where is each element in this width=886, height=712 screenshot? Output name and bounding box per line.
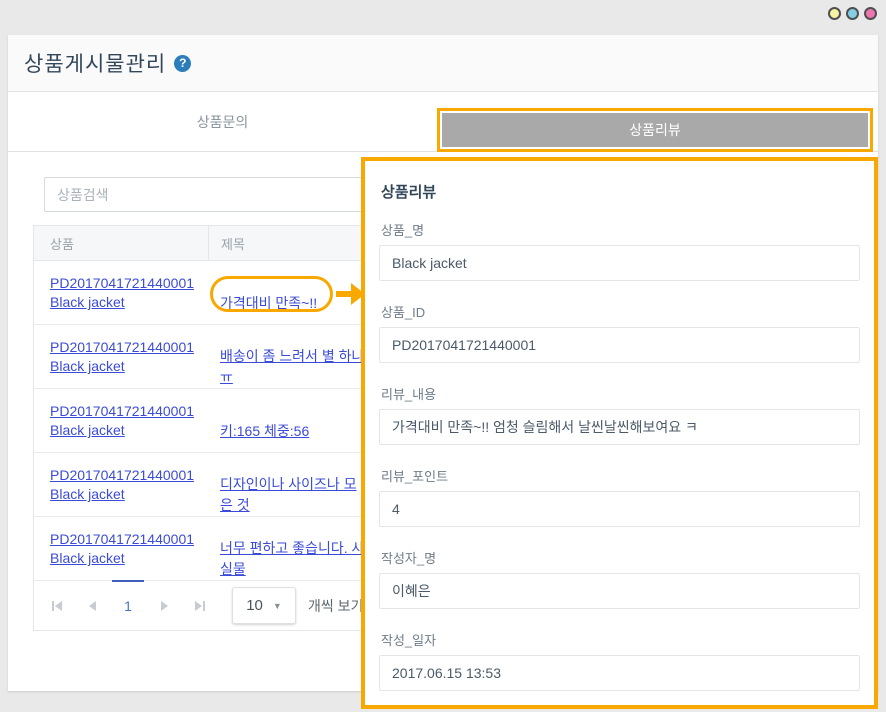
field-label: 작성_일자 [381,630,860,649]
product-id-link[interactable]: PD2017041721440001 [50,275,208,291]
page-title: 상품게시물관리 [24,48,166,78]
window-button-blue-icon[interactable] [846,7,859,20]
field-label: 리뷰_내용 [381,384,860,403]
caret-down-icon: ▼ [273,601,282,611]
arrow-head-icon [351,283,365,305]
field-value-box[interactable]: PD2017041721440001 [379,327,860,363]
page-number-button[interactable]: 1 [110,588,146,624]
product-name-link[interactable]: Black jacket [50,550,208,566]
window-button-yellow-icon[interactable] [828,7,841,20]
first-page-button[interactable] [38,588,74,624]
window-controls [828,7,877,20]
review-detail-panel: 상품리뷰 상품_명 Black jacket 상품_ID PD201704172… [361,157,878,709]
product-id-link[interactable]: PD2017041721440001 [50,339,208,355]
current-page-number: 1 [124,598,132,614]
field-review-point: 리뷰_포인트 4 [379,466,860,527]
field-value-box[interactable]: Black jacket [379,245,860,281]
page-size-suffix-label: 개씩 보기 [308,596,363,616]
field-value-box[interactable]: 가격대비 만족~!! 엄청 슬림해서 날씬날씬해보여요 ㅋ [379,409,860,445]
panel-title: 상품리뷰 [381,181,860,202]
field-writer-name: 작성자_명 이혜은 [379,548,860,609]
next-page-icon [161,601,168,611]
product-cell: PD2017041721440001 Black jacket [34,339,208,374]
card-header: 상품게시물관리 ? [8,35,878,92]
product-cell: PD2017041721440001 Black jacket [34,403,208,438]
tab-bar: 상품문의 상품리뷰 [8,92,878,152]
review-title-link[interactable]: 키:165 체중:56 [220,423,309,439]
field-product-id: 상품_ID PD2017041721440001 [379,302,860,363]
field-value-box[interactable]: 이혜은 [379,573,860,609]
review-title-link[interactable]: 너무 편하고 좋습니다. 사 실물 [220,540,364,577]
field-product-name: 상품_명 Black jacket [379,220,860,281]
last-page-button[interactable] [182,588,218,624]
product-id-link[interactable]: PD2017041721440001 [50,531,208,547]
field-label: 리뷰_포인트 [381,466,860,485]
first-page-icon [52,601,54,611]
prev-page-button[interactable] [74,588,110,624]
product-cell: PD2017041721440001 Black jacket [34,531,208,566]
field-label: 상품_명 [381,220,860,239]
product-cell: PD2017041721440001 Black jacket [34,275,208,310]
product-name-link[interactable]: Black jacket [50,358,208,374]
field-label: 작성자_명 [381,548,860,567]
prev-page-icon [89,601,96,611]
product-name-link[interactable]: Black jacket [50,294,208,310]
field-written-date: 작성_일자 2017.06.15 13:53 [379,630,860,691]
tab-product-inquiry[interactable]: 상품문의 [8,92,437,152]
product-cell: PD2017041721440001 Black jacket [34,467,208,502]
field-value-box[interactable]: 2017.06.15 13:53 [379,655,860,691]
field-review-content: 리뷰_내용 가격대비 만족~!! 엄청 슬림해서 날씬날씬해보여요 ㅋ [379,384,860,445]
tab-product-review[interactable]: 상품리뷰 [437,108,873,152]
page-size-dropdown[interactable]: 10 ▼ [232,587,296,624]
next-page-button[interactable] [146,588,182,624]
current-page-indicator [112,580,144,582]
last-page-icon [195,601,202,611]
help-icon[interactable]: ? [174,55,191,72]
product-post-admin-page: { "window": { "buttons": [ { "name": "ye… [0,0,886,712]
review-title-link[interactable]: 배송이 좀 느려서 별 하나 ㅠ [220,348,364,385]
column-header-product: 상품 [34,226,208,260]
product-name-link[interactable]: Black jacket [50,422,208,438]
product-id-link[interactable]: PD2017041721440001 [50,467,208,483]
product-search-input[interactable] [44,177,366,212]
product-name-link[interactable]: Black jacket [50,486,208,502]
product-id-link[interactable]: PD2017041721440001 [50,403,208,419]
field-value-box[interactable]: 4 [379,491,860,527]
review-title-link[interactable]: 가격대비 만족~!! [220,295,317,311]
field-label: 상품_ID [381,302,860,321]
review-title-link[interactable]: 디자인이나 사이즈나 모 은 것 [220,476,357,513]
page-size-value: 10 [246,597,263,614]
window-button-pink-icon[interactable] [864,7,877,20]
